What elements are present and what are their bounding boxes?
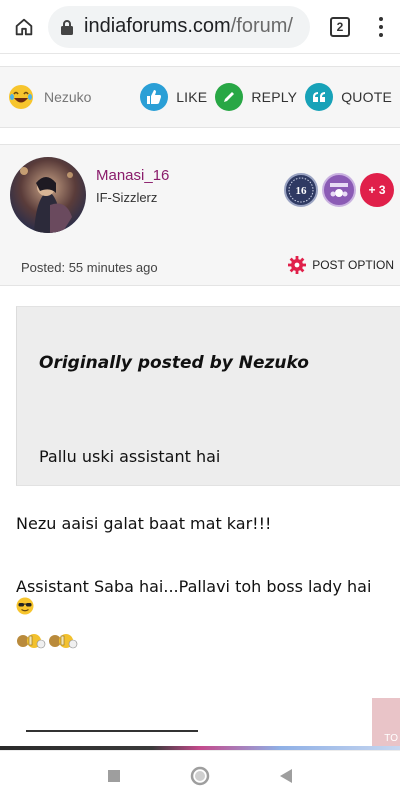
- url-text: indiaforums.com/forum/: [84, 15, 293, 38]
- post-option-button[interactable]: POST OPTION: [288, 256, 394, 274]
- post-body: Originally posted by Nezuko Pallu uski a…: [0, 286, 400, 750]
- post-header: Manasi_16 IF-Sizzlerz 16 + 3: [0, 144, 400, 242]
- user-title: IF-Sizzlerz: [96, 190, 158, 205]
- address-bar[interactable]: indiaforums.com/forum/: [48, 5, 310, 48]
- reactor[interactable]: Nezuko: [8, 84, 140, 110]
- like-label: LIKE: [176, 89, 208, 105]
- badge-list: 16 + 3: [284, 173, 394, 207]
- home-icon: [15, 18, 33, 35]
- post-timestamp: Posted: 55 minutes ago: [21, 260, 158, 275]
- reply-button[interactable]: REPLY: [215, 83, 297, 111]
- more-badges-icon[interactable]: + 3: [360, 173, 394, 207]
- avatar[interactable]: [10, 157, 86, 233]
- tab-switcher-icon: 2: [330, 16, 350, 37]
- group-badge-icon[interactable]: [322, 173, 356, 207]
- pencil-icon: [215, 83, 244, 111]
- url-host: indiaforums.com: [84, 15, 231, 37]
- home-button[interactable]: [0, 0, 48, 54]
- reply-label: REPLY: [251, 89, 298, 105]
- recents-button[interactable]: [71, 751, 157, 801]
- scroll-to-top-button[interactable]: TO: [372, 698, 400, 750]
- reaction-bar: Nezuko LIKE REPLY QUOTE: [0, 66, 400, 128]
- quote-text: Pallu uski assistant hai: [39, 447, 221, 466]
- post-text-line: Assistant Saba hai...Pallavi toh boss la…: [16, 577, 372, 596]
- home-circle-icon: [190, 766, 210, 785]
- lock-icon: [61, 19, 73, 35]
- overflow-menu-icon[interactable]: [366, 0, 396, 54]
- post-option-label: POST OPTION: [312, 258, 394, 272]
- home-nav-button[interactable]: [157, 751, 243, 801]
- quote-label: QUOTE: [341, 89, 392, 105]
- gear-icon: [288, 256, 307, 274]
- username-link[interactable]: Manasi_16: [96, 167, 169, 184]
- post-meta: Posted: 55 minutes ago POST OPTION: [0, 242, 400, 286]
- post-text-line: Nezu aaisi galat baat mat kar!!!: [16, 514, 272, 533]
- thumbs-up-icon: [140, 83, 169, 111]
- recents-icon: [108, 769, 120, 782]
- quote-attribution: Originally posted by Nezuko: [39, 353, 309, 373]
- quote-button[interactable]: QUOTE: [305, 83, 392, 111]
- level-16-badge-icon[interactable]: 16: [284, 173, 318, 207]
- emoji-row: [16, 630, 78, 650]
- signature-divider: [26, 730, 198, 732]
- back-icon: [280, 768, 292, 783]
- back-button[interactable]: [243, 751, 329, 801]
- browser-toolbar: indiaforums.com/forum/ 2: [0, 0, 400, 54]
- quote-block: Originally posted by Nezuko Pallu uski a…: [16, 306, 400, 486]
- url-path: /forum/: [230, 15, 293, 37]
- reactor-name: Nezuko: [44, 89, 92, 105]
- laughing-emoji-icon: [9, 85, 33, 109]
- sunglasses-emoji-icon: [16, 597, 34, 615]
- cheers-emoji-icon: [49, 634, 78, 649]
- cheers-emoji-icon: [17, 634, 46, 649]
- system-nav-bar: [0, 750, 400, 800]
- tab-switcher-button[interactable]: 2: [314, 0, 366, 54]
- divider: [0, 128, 400, 144]
- like-button[interactable]: LIKE: [140, 83, 207, 111]
- quote-icon: [305, 83, 334, 111]
- badge-level-text: 16: [296, 185, 308, 197]
- scroll-to-top-label: TO: [384, 733, 398, 744]
